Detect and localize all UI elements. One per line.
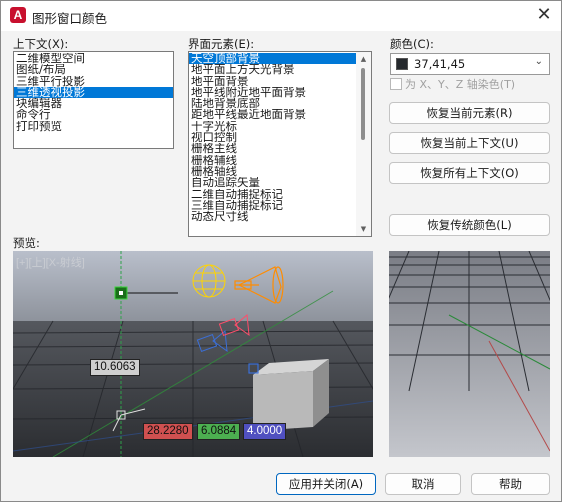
viewport-controls: [+][上][X-射线]: [16, 257, 85, 269]
checkbox-box[interactable]: [390, 78, 402, 90]
tint-axes-checkbox[interactable]: 为 X、Y、Z 轴染色(T): [390, 76, 515, 91]
interface-list-item[interactable]: 地平线附近地平面背景: [189, 87, 356, 98]
graphics-window-color-dialog: A 图形窗口颜色 ✕ 上下文(X): 二维模型空间 图纸/布局 三维平行投影 三维透视…: [0, 0, 562, 502]
restore-current-element-button[interactable]: 恢复当前元素(R): [389, 102, 550, 124]
restore-classic-colors-button[interactable]: 恢复传统颜色(L): [389, 214, 550, 236]
interface-list-item[interactable]: 天空顶部背景: [189, 53, 356, 65]
coord-x-tag: 28.2280: [143, 423, 193, 440]
context-list-item[interactable]: 块编辑器: [14, 98, 173, 109]
context-list-item[interactable]: 命令行: [14, 109, 173, 120]
autocad-a-icon: A: [10, 7, 26, 23]
interface-list-item[interactable]: 动态尺寸线: [189, 211, 356, 222]
context-list-item[interactable]: 三维透视投影: [14, 86, 173, 99]
interface-list-item[interactable]: 十字光标: [189, 121, 356, 132]
dimension-value-tag: 10.6063: [90, 359, 140, 376]
dialog-title: 图形窗口颜色: [32, 11, 108, 26]
scroll-down-icon[interactable]: ▼: [356, 222, 371, 236]
gray-cube: [253, 359, 329, 431]
title-bar: A 图形窗口颜色 ✕: [1, 1, 561, 31]
interface-list-item[interactable]: 距地平线最近地面背景: [189, 109, 356, 120]
context-list-item[interactable]: 三维平行投影: [14, 76, 173, 87]
interface-list-item[interactable]: 陆地背景底部: [189, 98, 356, 109]
interface-list-item[interactable]: 自动追踪矢量: [189, 177, 356, 188]
tint-axes-label: 为 X、Y、Z 轴染色(T): [405, 78, 516, 91]
context-list-item[interactable]: 二维模型空间: [14, 53, 173, 64]
coord-z-tag: 4.0000: [243, 423, 287, 440]
context-list-item[interactable]: 打印预览: [14, 121, 173, 132]
scroll-thumb[interactable]: [361, 68, 365, 140]
restore-all-contexts-button[interactable]: 恢复所有上下文(O): [389, 162, 550, 184]
color-dropdown[interactable]: 37,41,45 ⌄: [390, 53, 550, 75]
perspective-grid-scene: [389, 251, 550, 457]
scroll-up-icon[interactable]: ▲: [356, 52, 371, 66]
context-label: 上下文(X):: [13, 37, 69, 51]
interface-list-item[interactable]: 栅格主线: [189, 143, 356, 154]
preview-scene: [13, 251, 373, 457]
interface-element-listbox[interactable]: 天空顶部背景 地平面上方天光背景 地平面背景 地平线附近地平面背景 陆地背景底部 距地平线…: [188, 51, 372, 237]
chevron-down-icon: ⌄: [534, 56, 543, 67]
context-listbox[interactable]: 二维模型空间 图纸/布局 三维平行投影 三维透视投影 块编辑器 命令行 打印预览: [13, 51, 174, 149]
color-swatch: [396, 58, 408, 70]
grip-center: [119, 291, 123, 295]
main-preview-viewport: [+][上][X-射线] 10.6063 28.2280 6.0884 4.00…: [13, 251, 373, 457]
color-label: 颜色(C):: [390, 37, 434, 51]
help-button[interactable]: 帮助: [471, 473, 550, 495]
interface-list-item[interactable]: 二维自动捕捉标记: [189, 189, 356, 200]
interface-list-item[interactable]: 三维自动捕捉标记: [189, 200, 356, 211]
context-list-item[interactable]: 图纸/布局: [14, 64, 173, 75]
cancel-button[interactable]: 取消: [385, 473, 461, 495]
interface-list-scrollbar[interactable]: ▲ ▼: [356, 52, 371, 236]
interface-list-item[interactable]: 地平面上方天光背景: [189, 64, 356, 75]
preview-label: 预览:: [13, 236, 40, 250]
interface-list-item[interactable]: 栅格辅线: [189, 155, 356, 166]
perspective-preview-viewport: [389, 251, 550, 457]
interface-list-item[interactable]: 地平面背景: [189, 76, 356, 87]
interface-list-item[interactable]: 栅格轴线: [189, 166, 356, 177]
coord-y-tag: 6.0884: [197, 423, 241, 440]
apply-and-close-button[interactable]: 应用并关闭(A): [276, 473, 376, 495]
interface-element-label: 界面元素(E):: [188, 37, 255, 51]
close-icon[interactable]: ✕: [531, 3, 557, 29]
interface-list-item[interactable]: 视口控制: [189, 132, 356, 143]
color-value: 37,41,45: [414, 57, 466, 71]
restore-current-context-button[interactable]: 恢复当前上下文(U): [389, 132, 550, 154]
